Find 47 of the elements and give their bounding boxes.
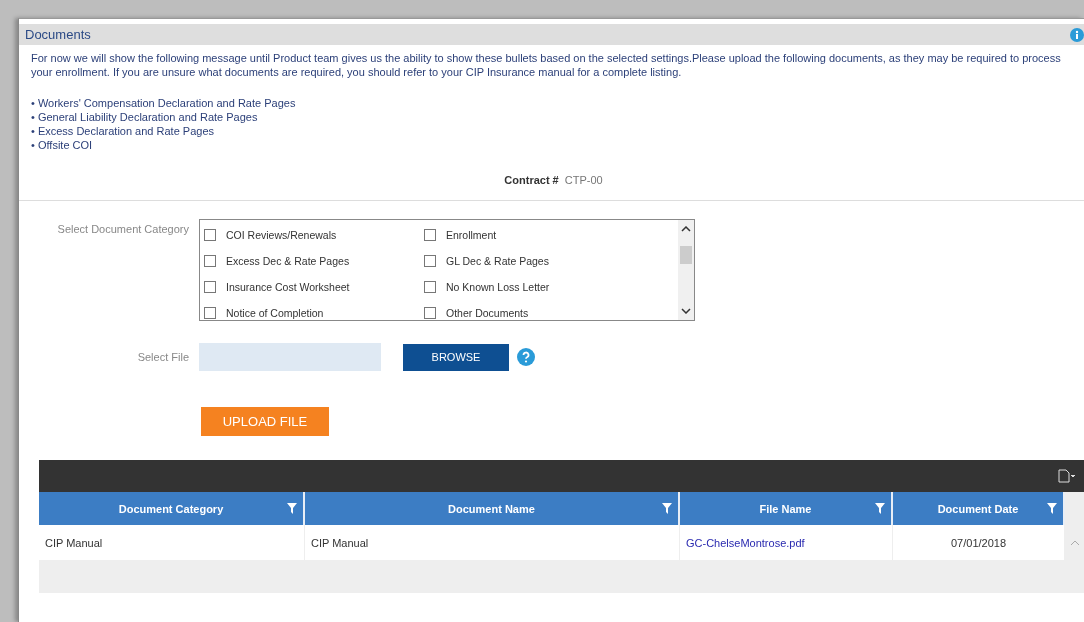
- checkbox[interactable]: [204, 307, 216, 319]
- help-icon[interactable]: [517, 348, 535, 366]
- filter-icon[interactable]: [662, 503, 672, 514]
- checkbox-label[interactable]: No Known Loss Letter: [446, 281, 550, 293]
- checkbox-label[interactable]: GL Dec & Rate Pages: [446, 255, 549, 267]
- table-cell: CIP Manual: [45, 536, 103, 549]
- bullet-item: • Workers' Compensation Declaration and Rate Pages: [31, 96, 296, 110]
- export-icon[interactable]: [1058, 469, 1076, 483]
- checkbox-label[interactable]: Excess Dec & Rate Pages: [226, 255, 350, 267]
- file-link[interactable]: GC-ChelseMontrose.pdf: [686, 536, 805, 549]
- checkbox-label[interactable]: Enrollment: [446, 229, 497, 241]
- checkbox[interactable]: [204, 255, 216, 267]
- checkbox[interactable]: [204, 229, 216, 241]
- bullet-item: • Excess Declaration and Rate Pages: [31, 124, 214, 138]
- column-header[interactable]: Document Category: [118, 502, 224, 515]
- file-label: Select File: [136, 351, 190, 363]
- table-cell: CIP Manual: [311, 536, 369, 549]
- column-header[interactable]: Document Name: [448, 502, 535, 515]
- scroll-up-icon[interactable]: [681, 226, 691, 232]
- contract-label: Contract #: [504, 174, 559, 186]
- table-cell: 07/01/2018: [950, 536, 1007, 549]
- checkbox[interactable]: [424, 281, 436, 293]
- browse-button[interactable]: BROWSE: [403, 343, 509, 371]
- checkbox-label[interactable]: COI Reviews/Renewals: [226, 229, 337, 241]
- scroll-down-icon[interactable]: [681, 308, 691, 314]
- checkbox[interactable]: [424, 255, 436, 267]
- category-label: Select Document Category: [56, 223, 190, 235]
- scrollbar-thumb[interactable]: [680, 246, 692, 264]
- checkbox-label[interactable]: Other Documents: [446, 307, 529, 319]
- checkbox[interactable]: [204, 281, 216, 293]
- table-row[interactable]: CIP Manual CIP Manual GC-ChelseMontrose.pdf 07/01/2018: [39, 525, 1084, 560]
- panel-title: Documents: [25, 27, 91, 42]
- bullet-item: • Offsite COI: [31, 138, 93, 152]
- contract-number: CTP-00: [564, 174, 603, 186]
- checkbox-label[interactable]: Insurance Cost Worksheet: [226, 281, 350, 293]
- bullet-item: • General Liability Declaration and Rate Pages: [31, 110, 258, 124]
- column-header[interactable]: File Name: [759, 502, 812, 515]
- checkbox[interactable]: [424, 307, 436, 319]
- checkbox-label[interactable]: Notice of Completion: [226, 307, 324, 319]
- info-icon[interactable]: [1070, 27, 1084, 42]
- checkbox[interactable]: [424, 229, 436, 241]
- file-field[interactable]: [199, 343, 381, 371]
- filter-icon[interactable]: [875, 503, 885, 514]
- column-header[interactable]: Document Date: [937, 502, 1019, 515]
- message-text: For now we will show the following message until Product team gives us the ability to show these bullets based on the selected settings.Please upload the following documents, as they may be required to process your enrollment. If you are unsure what documents are required, you should refer to your CIP Insurance manual for a complete listing.: [31, 51, 1062, 79]
- filter-icon[interactable]: [287, 503, 297, 514]
- filter-icon[interactable]: [1047, 503, 1057, 514]
